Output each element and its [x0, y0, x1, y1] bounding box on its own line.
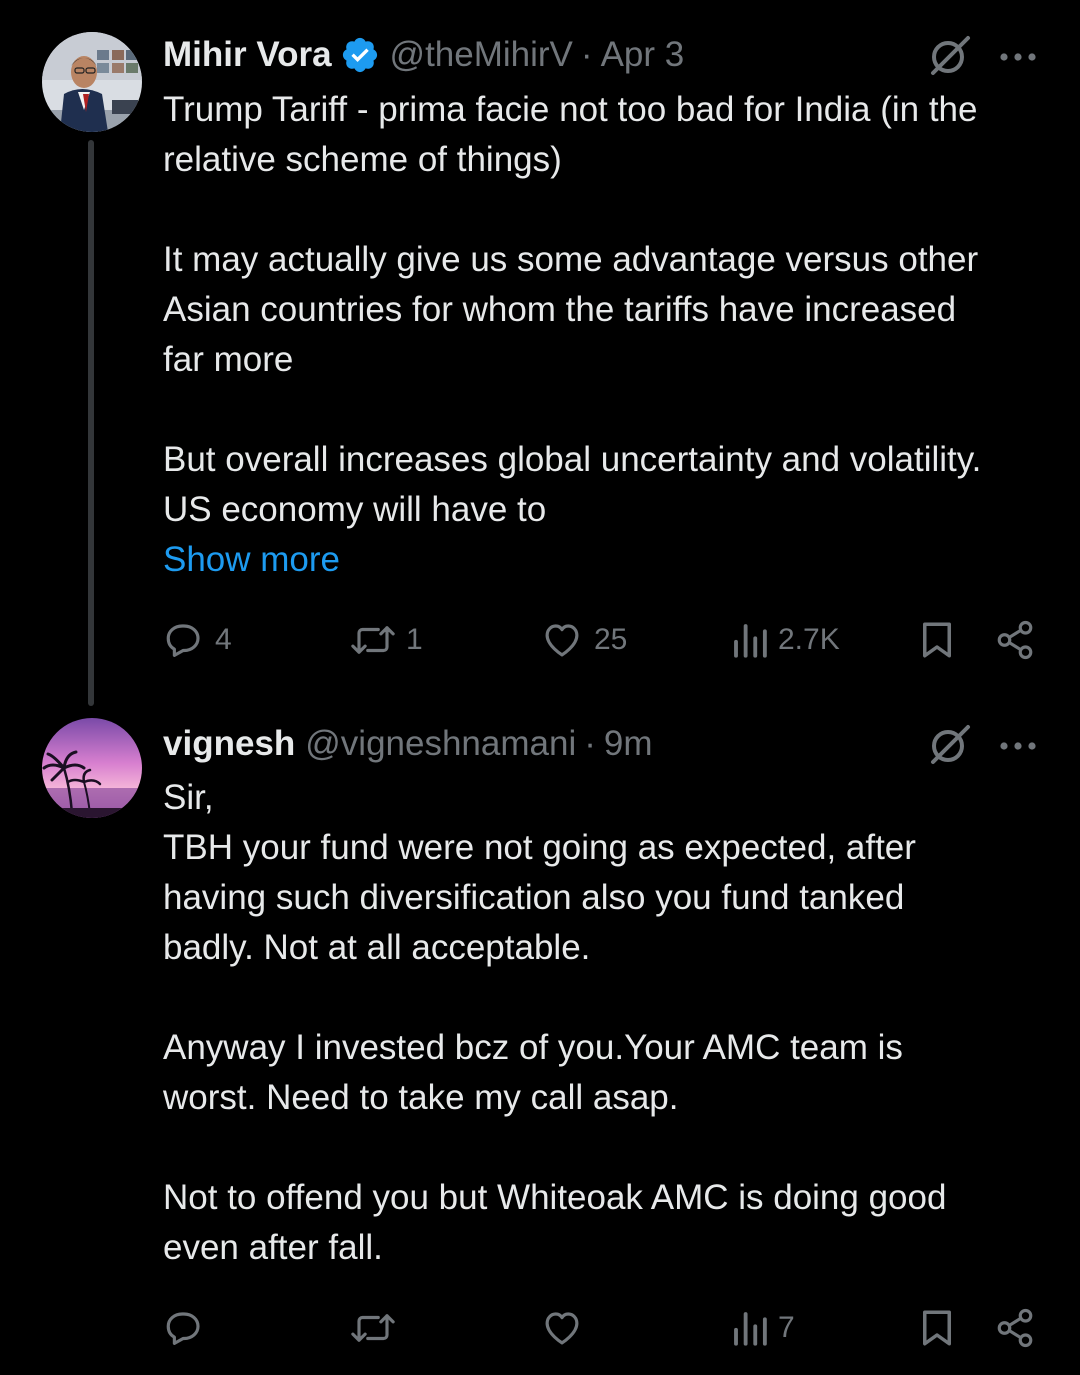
- author-name[interactable]: Mihir Vora: [163, 35, 332, 75]
- avatar[interactable]: [42, 718, 142, 818]
- repost-icon: [351, 626, 395, 654]
- tweet-text: Trump Tariff - prima facie not too bad f…: [163, 85, 1043, 585]
- show-more-link[interactable]: Show more: [163, 535, 1043, 585]
- author-handle[interactable]: @vigneshnamani: [305, 724, 576, 764]
- tweet-reply[interactable]: vignesh @vigneshnamani · 9m Sir, TBH you…: [0, 700, 1080, 1375]
- tweet-text: Sir, TBH your fund were not going as exp…: [163, 773, 1043, 1273]
- tweet-header: vignesh @vigneshnamani · 9m: [163, 720, 1080, 768]
- more-options-icon[interactable]: [998, 720, 1038, 768]
- like-button[interactable]: 25: [540, 612, 627, 668]
- reply-icon: [166, 1312, 200, 1345]
- views-icon: [734, 624, 767, 658]
- tweet-text-line: US economy will have to: [163, 490, 547, 529]
- repost-icon: [351, 1314, 395, 1342]
- grok-icon[interactable]: [926, 31, 974, 79]
- author-name[interactable]: vignesh: [163, 724, 295, 764]
- more-options-icon[interactable]: [998, 31, 1038, 79]
- tweet-text-line: relative scheme of things): [163, 140, 562, 179]
- tweet-text-line: TBH your fund were not going as expected…: [163, 828, 916, 867]
- tweet-text-line: even after fall.: [163, 1228, 383, 1267]
- share-icon: [997, 620, 1033, 660]
- tweet-text-line: [163, 973, 1043, 1023]
- views-icon: [734, 1312, 767, 1346]
- share-button[interactable]: [994, 612, 1036, 668]
- heart-icon: [545, 624, 579, 657]
- avatar-image: [42, 32, 142, 132]
- heart-icon: [545, 1312, 579, 1345]
- tweet-text-line: Trump Tariff - prima facie not too bad f…: [163, 90, 978, 129]
- tweet-text-line: Not to offend you but Whiteoak AMC is do…: [163, 1178, 947, 1217]
- header-separator: ·: [580, 35, 593, 74]
- repost-button[interactable]: [350, 1300, 406, 1356]
- repost-count: 1: [406, 623, 423, 656]
- action-bar: 7: [0, 1300, 1080, 1356]
- views-button[interactable]: 7: [732, 1300, 795, 1356]
- timestamp[interactable]: Apr 3: [601, 35, 685, 75]
- tweet-text-line: Asian countries for whom the tariffs hav…: [163, 290, 957, 329]
- share-icon: [997, 1308, 1033, 1348]
- bookmark-icon: [923, 622, 951, 658]
- action-bar: 4 1 25 2.7K: [0, 612, 1080, 668]
- reply-button[interactable]: [163, 1300, 215, 1356]
- bookmark-button[interactable]: [918, 612, 956, 668]
- tweet-text-line: Sir,: [163, 778, 214, 817]
- tweet-text-line: Anyway I invested bcz of you.Your AMC te…: [163, 1028, 903, 1067]
- tweet-text-line: But overall increases global uncertainty…: [163, 440, 982, 479]
- reply-button[interactable]: 4: [163, 612, 232, 668]
- tweet-text-line: worst. Need to take my call asap.: [163, 1078, 679, 1117]
- view-count: 2.7K: [778, 623, 840, 656]
- like-count: 25: [594, 623, 628, 656]
- tweet-text-line: [163, 385, 1043, 435]
- tweet-text-line: [163, 185, 1043, 235]
- repost-button[interactable]: 1: [350, 612, 423, 668]
- views-button[interactable]: 2.7K: [732, 612, 840, 668]
- like-button[interactable]: [540, 1300, 594, 1356]
- author-handle[interactable]: @theMihirV: [390, 35, 573, 75]
- reply-icon: [166, 624, 200, 657]
- avatar-image: [42, 718, 142, 818]
- bookmark-icon: [923, 1310, 951, 1346]
- tweet-header: Mihir Vora @theMihirV · Apr 3: [163, 31, 1080, 79]
- timestamp[interactable]: 9m: [604, 724, 653, 764]
- share-button[interactable]: [994, 1300, 1036, 1356]
- tweet-text-line: far more: [163, 340, 294, 379]
- reply-count: 4: [215, 623, 232, 656]
- bookmark-button[interactable]: [918, 1300, 956, 1356]
- tweet-text-line: [163, 1123, 1043, 1173]
- header-separator: ·: [584, 724, 596, 763]
- tweet-text-line: It may actually give us some advantage v…: [163, 240, 979, 279]
- tweet-original[interactable]: Mihir Vora @theMihirV · Apr 3 Trump Tari…: [0, 0, 1080, 706]
- avatar[interactable]: [42, 32, 142, 132]
- verified-badge-icon: [340, 35, 380, 75]
- tweet-text-line: having such diversification also you fun…: [163, 878, 905, 917]
- grok-icon[interactable]: [926, 720, 974, 768]
- tweet-text-line: badly. Not at all acceptable.: [163, 928, 591, 967]
- view-count: 7: [778, 1311, 795, 1344]
